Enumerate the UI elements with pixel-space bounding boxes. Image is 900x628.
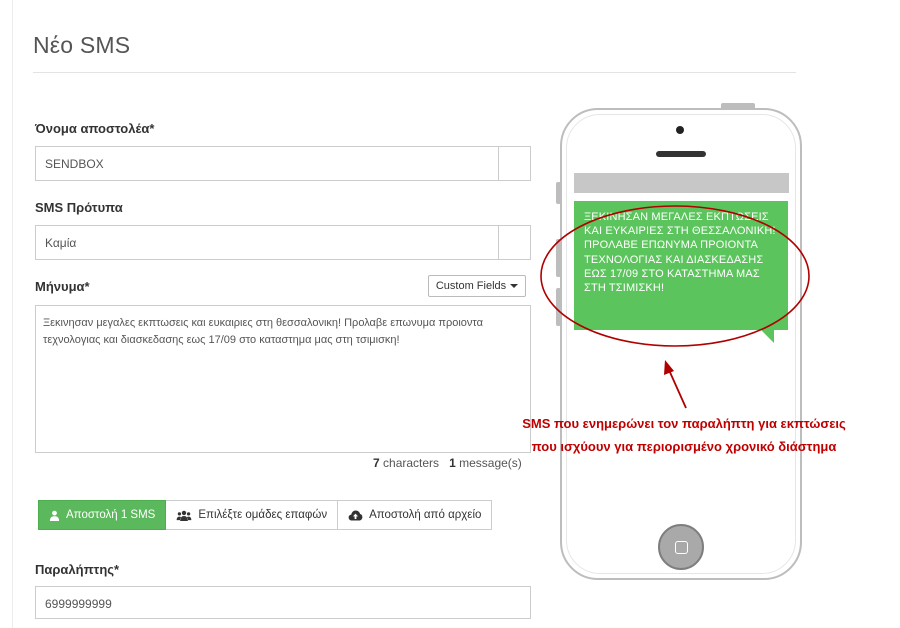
message-textarea[interactable]: Ξεκινησαν μεγαλες εκπτωσεις και ευκαιριε… (35, 305, 531, 453)
send-from-file-label: Αποστολή από αρχείο (369, 509, 482, 521)
message-count: 1 (449, 456, 456, 470)
page-left-border (12, 0, 13, 628)
sender-value: SENDBOX (45, 157, 104, 171)
title-divider (33, 72, 796, 73)
custom-fields-dropdown[interactable]: Custom Fields (428, 275, 526, 297)
sms-preview-text: ΞΕΚΙΝΗΣΑΝ ΜΕΓΑΛΕΣ ΕΚΠΤΩΣΕΙΣ ΚΑΙ ΕΥΚΑΙΡΙΕ… (584, 211, 776, 295)
phone-speaker (656, 151, 706, 157)
annotation-caption: SMS που ενημερώνει τον παραλήπτη για εκπ… (522, 416, 846, 454)
recipient-input[interactable]: 6999999999 (35, 586, 531, 619)
send-mode-toggle: Αποστολή 1 SMS Επιλέξτε ομάδες επαφών Απ… (38, 500, 493, 530)
sms-preview-bubble: ΞΕΚΙΝΗΣΑΝ ΜΕΓΑΛΕΣ ΕΚΠΤΩΣΕΙΣ ΚΑΙ ΕΥΚΑΙΡΙΕ… (574, 201, 788, 330)
phone-home-button (658, 524, 704, 570)
phone-camera (676, 126, 684, 134)
recipient-value: 6999999999 (45, 597, 112, 611)
template-label: SMS Πρότυπα (35, 200, 123, 215)
users-icon (176, 510, 192, 521)
select-contact-groups-label: Επιλέξτε ομάδες επαφών (198, 509, 328, 521)
cloud-upload-icon (348, 510, 363, 521)
sender-label: Όνομα αποστολέα* (35, 121, 155, 136)
template-dropdown-button[interactable] (498, 226, 530, 259)
send-from-file-button[interactable]: Αποστολή από αρχείο (338, 500, 493, 530)
user-icon (49, 510, 60, 521)
template-select[interactable]: Καμία (35, 225, 531, 260)
phone-status-bar (574, 173, 789, 193)
custom-fields-label: Custom Fields (435, 280, 507, 292)
home-square-icon (675, 541, 688, 554)
sender-dropdown-button[interactable] (498, 147, 530, 180)
sms-bubble-tail (760, 329, 774, 343)
message-counter: 7 characters 1 message(s) (373, 456, 522, 470)
template-value: Καμία (45, 236, 77, 250)
recipient-label: Παραλήπτης* (35, 562, 120, 577)
sender-select[interactable]: SENDBOX (35, 146, 531, 181)
message-label: Μήνυμα* (35, 279, 90, 294)
char-label: characters (383, 456, 440, 470)
message-count-label: message(s) (459, 456, 522, 470)
send-single-sms-button[interactable]: Αποστολή 1 SMS (38, 500, 167, 530)
char-count: 7 (373, 456, 380, 470)
page-title: Νέο SMS (33, 32, 131, 58)
select-contact-groups-button[interactable]: Επιλέξτε ομάδες επαφών (166, 500, 339, 530)
send-single-sms-label: Αποστολή 1 SMS (66, 509, 156, 521)
caret-down-icon (510, 284, 519, 288)
